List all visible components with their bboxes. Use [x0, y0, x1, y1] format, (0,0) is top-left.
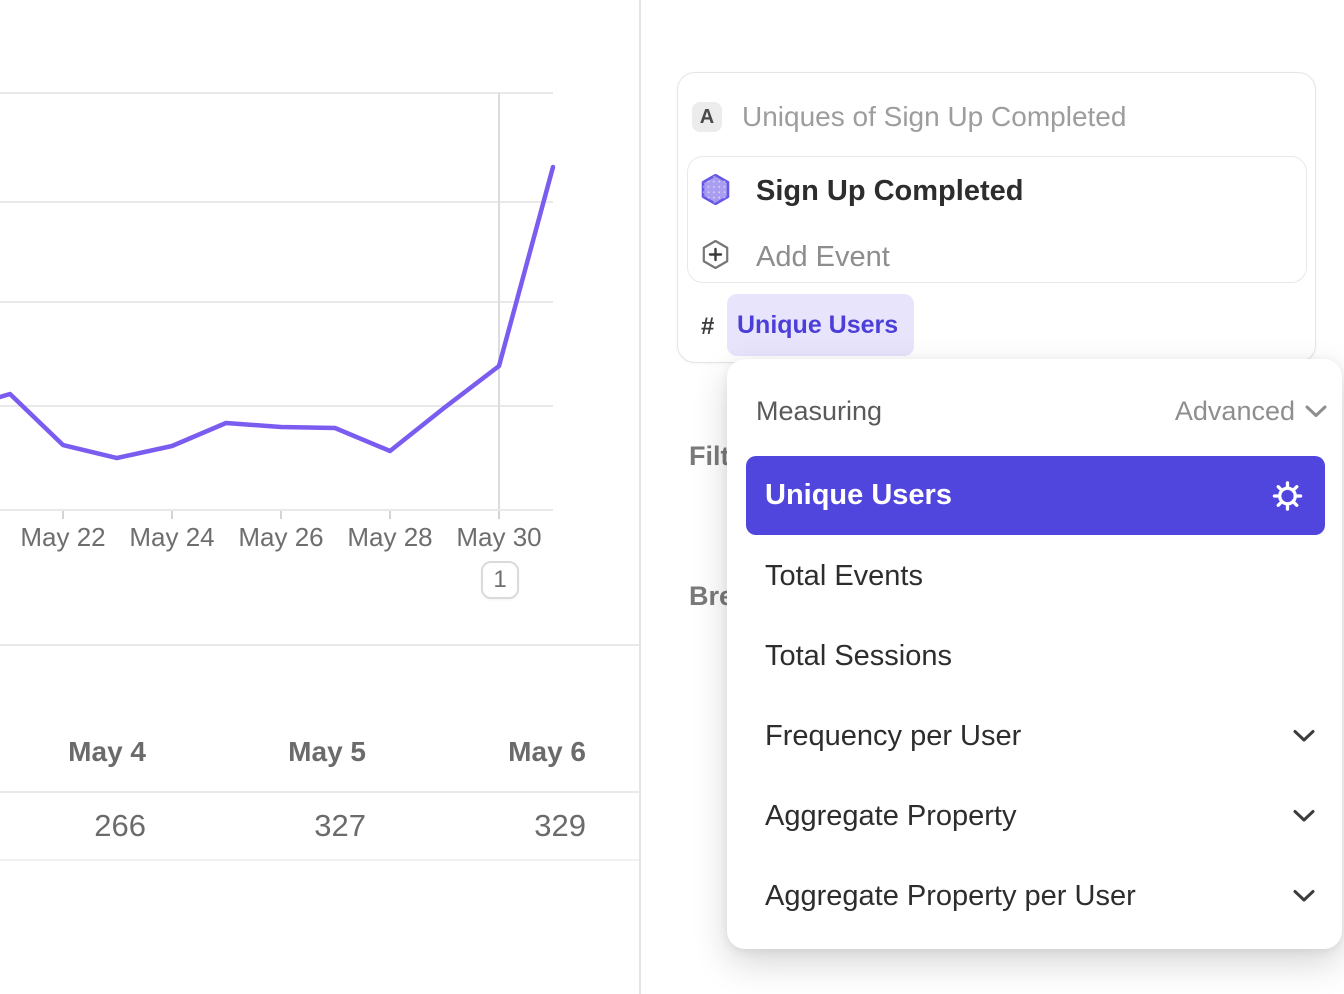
insights-screen: May 22May 24May 26May 28May 30 1 May 4Ma… — [0, 0, 1344, 994]
events-card: Sign Up Completed Add Event — [687, 156, 1307, 283]
advanced-mode-select[interactable]: Advanced — [1175, 396, 1327, 427]
menu-item-total-sessions[interactable]: Total Sessions — [727, 616, 1342, 696]
measurement-dropdown-button[interactable]: Unique Users — [727, 294, 914, 356]
filters-section-label: Filt — [689, 441, 730, 472]
menu-item-label: Total Sessions — [727, 640, 952, 673]
menu-item-label: Frequency per User — [727, 720, 1021, 753]
add-event-button[interactable]: Add Event — [756, 241, 890, 274]
x-axis-tick-label: May 28 — [347, 522, 432, 553]
menu-items: Unique Users Total Events Total Sessions Fr… — [727, 456, 1342, 936]
menu-item-aggregate-property[interactable]: Aggregate Property — [727, 776, 1342, 856]
add-event-icon — [702, 240, 729, 274]
table-column-header: May 6 — [366, 736, 586, 768]
advanced-mode-value: Advanced — [1175, 396, 1295, 427]
chevron-down-icon — [1293, 810, 1315, 823]
measurement-dropdown-menu: Measuring Advanced Unique Users Total Eve… — [727, 359, 1342, 949]
measurement-hash-symbol: # — [701, 313, 714, 341]
menu-item-label: Total Events — [727, 560, 923, 593]
table-value-cell: 327 — [146, 808, 366, 844]
x-axis-tick-label: May 30 — [456, 522, 541, 553]
chevron-down-icon — [1305, 405, 1327, 418]
summary-table-value-row: 266327329 — [0, 791, 639, 861]
series-a-badge[interactable]: A — [692, 102, 722, 132]
menu-item-label: Unique Users — [746, 479, 952, 512]
x-axis-tick-label: May 22 — [20, 522, 105, 553]
menu-item-aggregate-property-per-user[interactable]: Aggregate Property per User — [727, 856, 1342, 936]
chevron-down-icon — [1293, 890, 1315, 903]
chevron-down-icon — [1293, 730, 1315, 743]
query-title: Uniques of Sign Up Completed — [742, 101, 1126, 133]
menu-item-total-events[interactable]: Total Events — [727, 536, 1342, 616]
table-value-cell: 329 — [366, 808, 586, 844]
table-column-header: May 4 — [0, 736, 146, 768]
line-chart[interactable]: May 22 May 24 May 26 May 28 May 30 1 — [0, 0, 639, 630]
event-selector[interactable]: Sign Up Completed — [756, 175, 1023, 208]
menu-item-unique-users[interactable]: Unique Users — [746, 456, 1325, 535]
menu-item-label: Aggregate Property — [727, 800, 1016, 833]
table-column-header: May 5 — [146, 736, 366, 768]
x-axis-tick-label: May 24 — [129, 522, 214, 553]
table-value-cell: 266 — [0, 808, 146, 844]
query-builder-card: A Uniques of Sign Up Completed Sign Up C… — [677, 72, 1316, 363]
x-axis-tick-label: May 26 — [238, 522, 323, 553]
measurement-value: Unique Users — [737, 311, 898, 340]
event-hexagon-icon — [701, 174, 730, 210]
menu-header: Measuring Advanced — [727, 359, 1342, 456]
summary-table: May 4May 5May 6 266327329 — [0, 644, 639, 861]
gear-icon[interactable] — [1272, 480, 1303, 511]
chart-panel: May 22May 24May 26May 28May 30 1 May 4Ma… — [0, 0, 641, 994]
menu-item-label: Aggregate Property per User — [727, 880, 1136, 913]
annotation-badge-1[interactable]: 1 — [481, 561, 519, 599]
summary-table-header-row: May 4May 5May 6 — [0, 646, 639, 791]
menu-item-frequency-per-user[interactable]: Frequency per User — [727, 696, 1342, 776]
measuring-label: Measuring — [756, 396, 882, 427]
